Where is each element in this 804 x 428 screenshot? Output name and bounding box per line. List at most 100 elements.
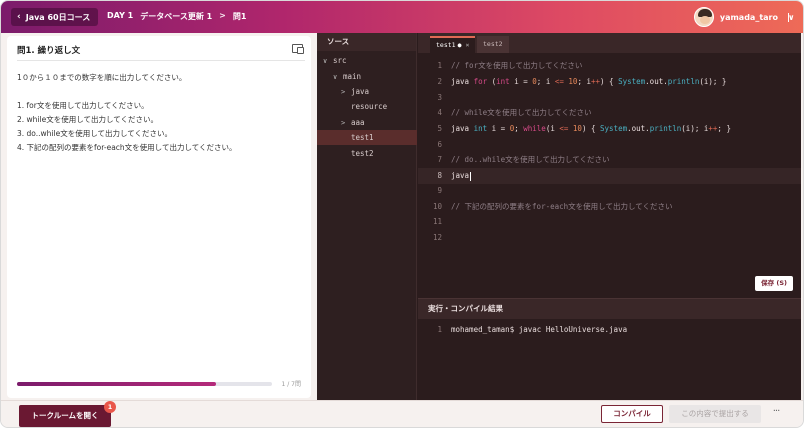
tree-item-label: java: [351, 87, 370, 96]
problem-intro: 1０から１０までの数字を順に出力してください。: [17, 73, 187, 82]
task-item: 3. do..while文を使用して出力してください。: [17, 129, 173, 138]
user-menu[interactable]: yamada_taro ∨: [693, 7, 795, 27]
save-button[interactable]: 保存 (S): [755, 276, 793, 291]
code-line: 12: [418, 230, 801, 246]
tree-item-java[interactable]: > java: [317, 84, 417, 99]
line-number: 5: [437, 124, 442, 133]
breadcrumb-day[interactable]: DAY 1: [107, 11, 133, 22]
code-line: 1 // for文を使用して出力してください: [418, 58, 801, 74]
tree-item-resource[interactable]: resource: [317, 99, 417, 114]
chevron-right-icon: >: [341, 88, 346, 96]
tree-item-label: aaa: [351, 118, 365, 127]
tree-item-label: test2: [351, 149, 374, 158]
code-editor[interactable]: test1 ● × test2 1 // for文を使用して出力してください 2 jav…: [418, 33, 801, 298]
problem-panel: 問1. 繰り返し文 1０から１０までの数字を順に出力してください。 1. for…: [7, 36, 311, 398]
window-toggle-icon[interactable]: [292, 44, 304, 54]
user-name: yamada_taro: [719, 12, 778, 22]
editor-tabbar: test1 ● × test2: [418, 33, 801, 53]
text-cursor: [470, 171, 472, 181]
problem-title: 問1. 繰り返し文: [17, 46, 81, 56]
task-item: 4. 下記の配列の要素をfor-each文を使用して出力してください。: [17, 143, 237, 152]
notification-badge: 1: [104, 401, 116, 413]
course-name: Java 60日コース: [25, 12, 91, 22]
code-line: 4 // while文を使用して出力してください: [418, 105, 801, 121]
breadcrumb: DAY 1 データベース更新 1 > 問1: [107, 11, 246, 22]
console-panel: 実行・コンパイル結果 1 mohamed_taman$ javac HelloUn…: [418, 298, 801, 400]
breadcrumb-lesson[interactable]: データベース更新 1: [140, 11, 212, 22]
unsaved-dot-icon: ●: [457, 41, 462, 49]
bottom-bar: トークルームを開く 1 コンパイル この内容で提出する ···: [1, 400, 803, 427]
code-text: java for (int i = 0; i <= 10; i++) { Sys…: [451, 77, 727, 86]
task-item: 1. for文を使用して出力してください。: [17, 101, 149, 110]
breadcrumb-question: 問1: [232, 12, 247, 21]
code-text: // for文を使用して出力してください: [451, 61, 583, 70]
tree-item-main[interactable]: ∨ main: [317, 69, 417, 84]
task-item: 2. while文を使用して出力してください。: [17, 115, 159, 124]
line-number: 7: [437, 155, 442, 164]
progress-fill: [17, 382, 216, 386]
chevron-down-icon: ∨: [788, 12, 795, 22]
breadcrumb-separator: >: [219, 11, 226, 20]
chevron-down-icon: ∨: [323, 57, 328, 65]
chevron-right-icon: >: [341, 119, 346, 127]
code-line: 7 // do..while文を使用して出力してください: [418, 152, 801, 168]
line-number: 8: [437, 171, 442, 180]
close-icon[interactable]: ×: [466, 41, 470, 49]
code-line: 3: [418, 90, 801, 106]
code-text: // 下記の配列の要素をfor-each文を使用して出力してください: [451, 202, 673, 211]
tree-item-label: src: [333, 56, 347, 65]
avatar: [693, 7, 714, 27]
line-number: 1: [437, 61, 442, 70]
tab-label: test2: [483, 40, 503, 48]
code-text: java: [451, 171, 470, 180]
code-text: // while文を使用して出力してください: [451, 108, 592, 117]
tree-item-src[interactable]: ∨ src: [317, 53, 417, 68]
ide-panel: ソース ∨ src ∨ main > java resource > aaa test1…: [317, 33, 801, 400]
compile-button[interactable]: コンパイル: [601, 405, 663, 423]
line-number: 6: [437, 140, 442, 149]
line-number: 1: [437, 325, 442, 334]
code-line: 5 java int i = 0; while(i <= 10) { System…: [418, 121, 801, 137]
file-tree: ソース ∨ src ∨ main > java resource > aaa test1…: [317, 33, 417, 400]
tree-item-test1[interactable]: test1: [317, 130, 417, 145]
tree-item-label: test1: [351, 133, 374, 142]
tab-test2[interactable]: test2: [477, 36, 509, 53]
progress-bar: [17, 382, 272, 386]
console-title: 実行・コンパイル結果: [418, 299, 801, 319]
code-line-current: 8 java: [418, 168, 801, 184]
chevron-down-icon: ∨: [333, 73, 338, 81]
code-text: java int i = 0; while(i <= 10) { System.…: [451, 124, 731, 133]
tree-item-test2[interactable]: test2: [317, 146, 417, 161]
tree-item-aaa[interactable]: > aaa: [317, 115, 417, 130]
tree-item-label: main: [343, 72, 362, 81]
task-list: 1. for文を使用して出力してください。 2. while文を使用して出力して…: [17, 99, 237, 155]
line-number: 4: [437, 108, 442, 117]
line-number: 2: [437, 77, 442, 86]
code-line: 6: [418, 137, 801, 153]
open-talkroom-button[interactable]: トークルームを開く: [19, 405, 111, 427]
submit-button: この内容で提出する: [669, 405, 761, 423]
tab-test1[interactable]: test1 ● ×: [430, 36, 476, 53]
tab-label: test1: [436, 41, 456, 49]
top-bar: ‹ Java 60日コース DAY 1 データベース更新 1 > 問1 yama…: [1, 1, 803, 33]
console-text: mohamed_taman$ javac HelloUniverse.java: [451, 325, 628, 334]
console-output: 1 mohamed_taman$ javac HelloUniverse.java: [418, 325, 627, 334]
file-tree-header: ソース: [317, 33, 416, 51]
line-number: 9: [437, 186, 442, 195]
tree-item-label: resource: [351, 102, 388, 111]
more-options-icon[interactable]: ···: [769, 406, 783, 420]
app-window: ‹ Java 60日コース DAY 1 データベース更新 1 > 問1 yama…: [0, 0, 804, 428]
chevron-left-icon: ‹: [17, 12, 21, 22]
divider: [17, 60, 305, 61]
course-back-button[interactable]: ‹ Java 60日コース: [11, 8, 99, 26]
code-line: 10 // 下記の配列の要素をfor-each文を使用して出力してください: [418, 199, 801, 215]
line-number: 12: [432, 233, 442, 242]
code-line: 9: [418, 183, 801, 199]
line-number: 11: [432, 217, 442, 226]
code-line: 11: [418, 214, 801, 230]
progress-label: 1 / 7問: [281, 381, 301, 388]
line-number: 10: [432, 202, 442, 211]
line-number: 3: [437, 93, 442, 102]
code-line: 2 java for (int i = 0; i <= 10; i++) { Sy…: [418, 74, 801, 90]
code-text: // do..while文を使用して出力してください: [451, 155, 610, 164]
